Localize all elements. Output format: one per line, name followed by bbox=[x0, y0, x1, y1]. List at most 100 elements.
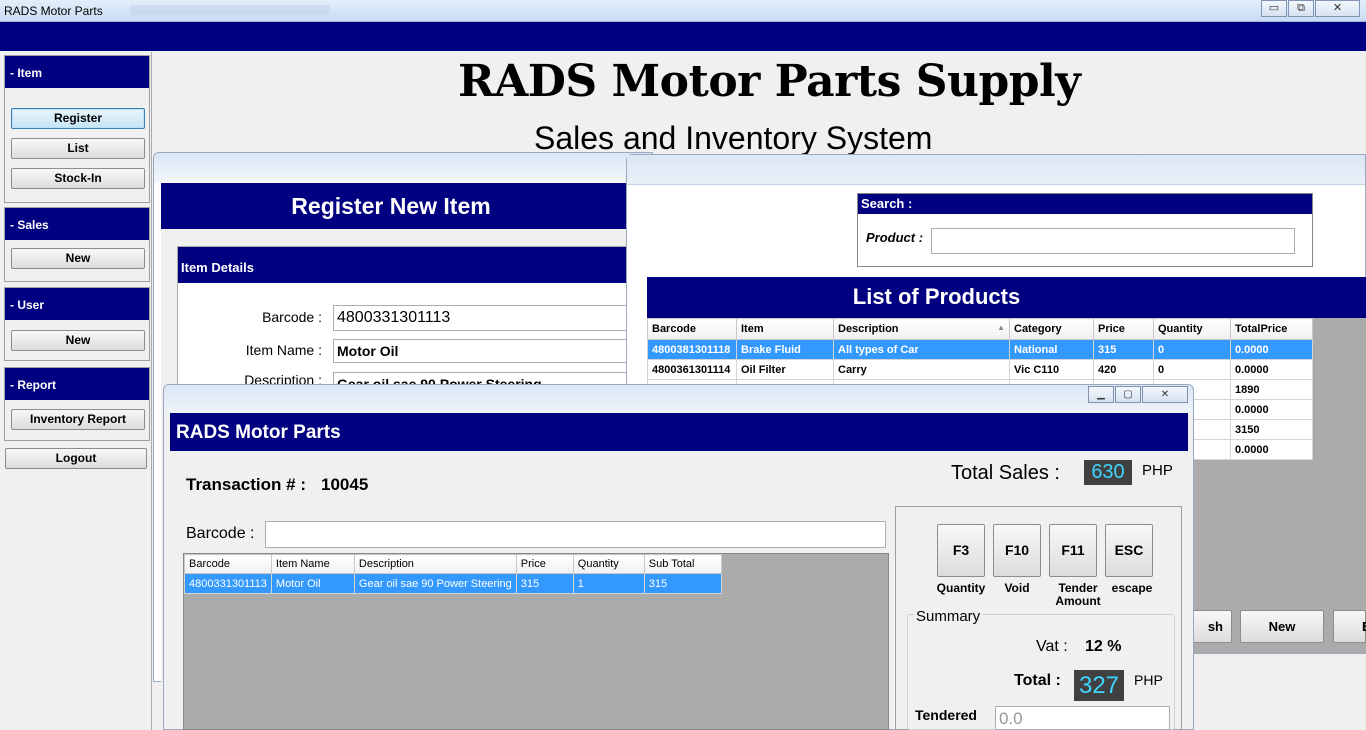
cell: 0 bbox=[1153, 359, 1231, 380]
sidebar: - Item Register List Stock-In - Sales Ne… bbox=[2, 52, 152, 730]
window-title-path bbox=[130, 5, 330, 15]
col-category[interactable]: Category bbox=[1009, 318, 1094, 340]
search-header: Search : bbox=[858, 194, 1312, 214]
pos-barcode-label: Barcode : bbox=[186, 525, 255, 542]
user-group-header: - User bbox=[5, 288, 149, 320]
cell: 4800331301113 bbox=[184, 573, 272, 594]
f10-button[interactable]: F10 bbox=[993, 524, 1041, 577]
report-group-header: - Report bbox=[5, 368, 149, 400]
pos-cart-grid[interactable]: Barcode Item Name Description Price Quan… bbox=[183, 553, 889, 730]
esc-button[interactable]: ESC bbox=[1105, 524, 1153, 577]
stock-in-button[interactable]: Stock-In bbox=[11, 168, 145, 189]
register-button[interactable]: Register bbox=[11, 108, 145, 129]
product-list-header: List of Products bbox=[647, 277, 1366, 318]
esc-caption: escape bbox=[1111, 581, 1153, 595]
table-row[interactable]: 4800381301118 Brake Fluid All types of C… bbox=[647, 339, 1313, 360]
table-row[interactable]: 4800331301113 Motor Oil Gear oil sae 90 … bbox=[184, 573, 722, 594]
table-row[interactable]: 4800361301114 Oil Filter Carry Vic C110 … bbox=[647, 359, 1313, 380]
col-totalprice[interactable]: TotalPrice bbox=[1230, 318, 1313, 340]
cell: 0.0000 bbox=[1230, 439, 1313, 460]
item-group-header: - Item bbox=[5, 56, 149, 88]
f11-button[interactable]: F11 bbox=[1049, 524, 1097, 577]
col-price[interactable]: Price bbox=[1093, 318, 1154, 340]
cell: National bbox=[1009, 339, 1094, 360]
f3-caption: Quantity bbox=[936, 581, 986, 595]
user-group: - User New bbox=[4, 287, 150, 361]
vat-label: Vat : bbox=[1036, 638, 1068, 655]
total-sales-label: Total Sales : bbox=[951, 462, 1060, 484]
cell: Vic C110 bbox=[1009, 359, 1094, 380]
total-sales-value: 630 bbox=[1084, 460, 1132, 485]
window-titlebar: RADS Motor Parts ▭ ⧉ ✕ bbox=[0, 0, 1366, 22]
col-pos-quantity[interactable]: Quantity bbox=[572, 554, 645, 574]
sales-group-header: - Sales bbox=[5, 208, 149, 240]
list-extra-button[interactable]: E bbox=[1333, 610, 1366, 643]
inventory-report-button[interactable]: Inventory Report bbox=[11, 409, 145, 430]
page-title: RADS Motor Parts Supply bbox=[458, 56, 1081, 107]
cell: Motor Oil bbox=[270, 573, 355, 594]
pos-close-button[interactable]: ✕ bbox=[1142, 386, 1188, 403]
col-pos-item-name[interactable]: Item Name bbox=[270, 554, 355, 574]
cell: 3150 bbox=[1230, 419, 1313, 440]
cell: 1890 bbox=[1230, 379, 1313, 400]
col-quantity[interactable]: Quantity bbox=[1153, 318, 1231, 340]
cell: 315 bbox=[515, 573, 574, 594]
item-name-label: Item Name : bbox=[245, 342, 322, 358]
product-list-window-titlebar bbox=[627, 155, 1365, 185]
product-label: Product : bbox=[866, 230, 924, 245]
f3-button[interactable]: F3 bbox=[937, 524, 985, 577]
total-currency: PHP bbox=[1134, 672, 1163, 688]
cell: 0.0000 bbox=[1230, 399, 1313, 420]
cell: 0.0000 bbox=[1230, 339, 1313, 360]
f11-caption: Tender Amount bbox=[1055, 581, 1101, 608]
cell: Oil Filter bbox=[736, 359, 834, 380]
barcode-label: Barcode : bbox=[262, 309, 322, 325]
register-barcode-input[interactable]: 4800331301113 bbox=[333, 305, 631, 331]
cell: 315 bbox=[1093, 339, 1154, 360]
col-description-label: Description bbox=[838, 323, 899, 335]
logout-button[interactable]: Logout bbox=[5, 448, 147, 469]
col-description[interactable]: Description ▲ bbox=[833, 318, 1010, 340]
list-button[interactable]: List bbox=[11, 138, 145, 159]
total-value: 327 bbox=[1074, 670, 1124, 701]
col-barcode[interactable]: Barcode bbox=[647, 318, 737, 340]
cell: 4800381301118 bbox=[647, 339, 737, 360]
new-product-button[interactable]: New bbox=[1240, 610, 1324, 643]
tendered-input[interactable]: 0.0 bbox=[995, 706, 1170, 730]
col-pos-description[interactable]: Description bbox=[353, 554, 517, 574]
register-header: Register New Item bbox=[161, 183, 631, 229]
col-pos-subtotal[interactable]: Sub Total bbox=[643, 554, 722, 574]
total-sales-currency: PHP bbox=[1142, 462, 1173, 479]
pos-cart-table: Barcode Item Name Description Price Quan… bbox=[184, 554, 722, 594]
cell: 4800361301114 bbox=[647, 359, 737, 380]
tendered-label: Tendered bbox=[915, 707, 977, 723]
transaction-label: Transaction # : bbox=[186, 475, 306, 494]
cell: All types of Car bbox=[833, 339, 1010, 360]
search-panel: Search : Product : bbox=[857, 193, 1313, 267]
cell: 1 bbox=[572, 573, 645, 594]
window-title: RADS Motor Parts bbox=[4, 4, 103, 18]
pos-barcode-input[interactable] bbox=[265, 521, 886, 548]
pos-minimize-button[interactable]: ▁ bbox=[1088, 386, 1114, 403]
vat-value: 12 % bbox=[1085, 638, 1122, 655]
maximize-button[interactable]: ⧉ bbox=[1288, 0, 1314, 17]
col-item[interactable]: Item bbox=[736, 318, 834, 340]
pos-table-header-row: Barcode Item Name Description Price Quan… bbox=[184, 554, 722, 574]
f10-caption: Void bbox=[1004, 581, 1030, 595]
product-search-input[interactable] bbox=[931, 228, 1295, 254]
cell: Brake Fluid bbox=[736, 339, 834, 360]
cell: Carry bbox=[833, 359, 1010, 380]
minimize-button[interactable]: ▭ bbox=[1261, 0, 1287, 17]
new-sale-button[interactable]: New bbox=[11, 248, 145, 269]
cell: Gear oil sae 90 Power Steering bbox=[353, 573, 517, 594]
menu-bar bbox=[0, 22, 1366, 51]
new-user-button[interactable]: New bbox=[11, 330, 145, 351]
report-group: - Report Inventory Report bbox=[4, 367, 150, 441]
col-pos-barcode[interactable]: Barcode bbox=[184, 554, 272, 574]
pos-maximize-button[interactable]: ▢ bbox=[1115, 386, 1141, 403]
sales-group: - Sales New bbox=[4, 207, 150, 282]
item-details-header: Item Details bbox=[178, 247, 636, 283]
close-button[interactable]: ✕ bbox=[1315, 0, 1360, 17]
item-name-input[interactable]: Motor Oil bbox=[333, 339, 631, 363]
col-pos-price[interactable]: Price bbox=[515, 554, 574, 574]
